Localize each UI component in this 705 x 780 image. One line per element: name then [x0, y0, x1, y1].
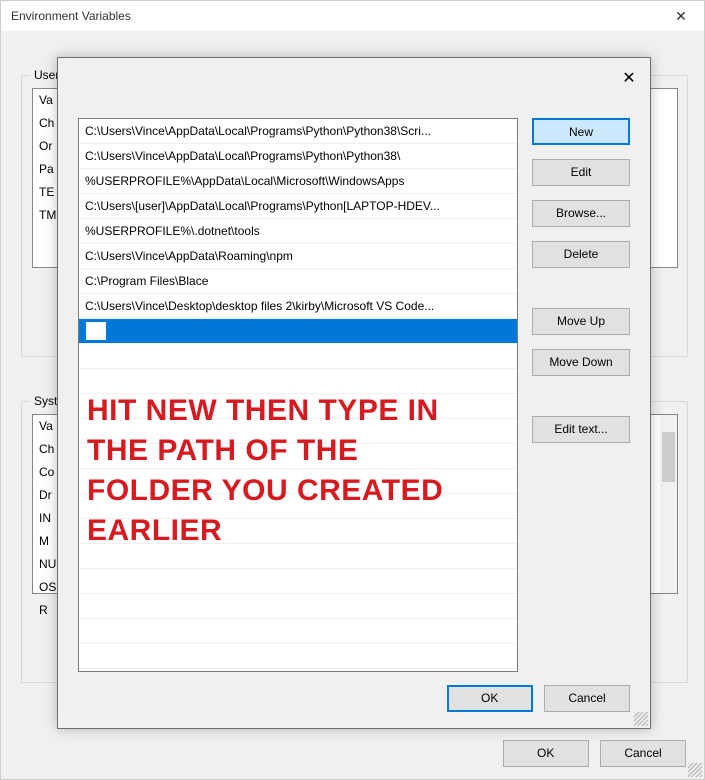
path-edit-input[interactable]	[85, 321, 107, 341]
path-entry-empty[interactable]	[79, 344, 517, 369]
path-entry[interactable]: C:\Users\Vince\AppData\Local\Programs\Py…	[79, 119, 517, 144]
path-entry-editing[interactable]	[79, 319, 517, 344]
move-up-button[interactable]: Move Up	[532, 308, 630, 335]
ok-button[interactable]: OK	[447, 685, 533, 712]
edit-button[interactable]: Edit	[532, 159, 630, 186]
path-entry-empty[interactable]	[79, 444, 517, 469]
path-entry-empty[interactable]	[79, 494, 517, 519]
path-entry-empty[interactable]	[79, 519, 517, 544]
cancel-button[interactable]: Cancel	[544, 685, 630, 712]
edit-text-button[interactable]: Edit text...	[532, 416, 630, 443]
scrollbar-thumb[interactable]	[662, 432, 675, 482]
window-title: Environment Variables	[1, 1, 704, 31]
edit-path-dialog: ✕ C:\Users\Vince\AppData\Local\Programs\…	[57, 57, 651, 729]
path-entry-empty[interactable]	[79, 419, 517, 444]
side-button-column: New Edit Browse... Delete Move Up Move D…	[532, 118, 630, 457]
path-entry-empty[interactable]	[79, 644, 517, 669]
cancel-button[interactable]: Cancel	[600, 740, 686, 767]
browse-button[interactable]: Browse...	[532, 200, 630, 227]
environment-variables-window: Environment Variables ✕ User Va Ch Or Pa…	[0, 0, 705, 780]
path-entry[interactable]: C:\Program Files\Blace	[79, 269, 517, 294]
path-entry[interactable]: C:\Users\Vince\AppData\Roaming\npm	[79, 244, 517, 269]
close-icon[interactable]: ✕	[658, 1, 704, 31]
ok-button[interactable]: OK	[503, 740, 589, 767]
path-entry[interactable]: C:\Users\Vince\Desktop\desktop files 2\k…	[79, 294, 517, 319]
move-down-button[interactable]: Move Down	[532, 349, 630, 376]
resize-grip-icon[interactable]	[688, 763, 702, 777]
path-entry-empty[interactable]	[79, 469, 517, 494]
path-entry-empty[interactable]	[79, 594, 517, 619]
outer-dialog-buttons: OK Cancel	[495, 740, 686, 767]
path-entry[interactable]: %USERPROFILE%\.dotnet\tools	[79, 219, 517, 244]
delete-button[interactable]: Delete	[532, 241, 630, 268]
path-entries-list[interactable]: C:\Users\Vince\AppData\Local\Programs\Py…	[78, 118, 518, 672]
path-entry[interactable]: %USERPROFILE%\AppData\Local\Microsoft\Wi…	[79, 169, 517, 194]
scrollbar[interactable]	[660, 415, 677, 593]
new-button[interactable]: New	[532, 118, 630, 145]
path-entry[interactable]: C:\Users\[user]\AppData\Local\Programs\P…	[79, 194, 517, 219]
close-icon[interactable]: ✕	[614, 64, 644, 94]
path-entry-empty[interactable]	[79, 544, 517, 569]
path-entry-empty[interactable]	[79, 394, 517, 419]
path-entry[interactable]: C:\Users\Vince\AppData\Local\Programs\Py…	[79, 144, 517, 169]
path-entry-empty[interactable]	[79, 369, 517, 394]
inner-dialog-buttons: OK Cancel	[439, 685, 630, 712]
resize-grip-icon[interactable]	[634, 712, 648, 726]
path-entry-empty[interactable]	[79, 569, 517, 594]
path-entry-empty[interactable]	[79, 619, 517, 644]
